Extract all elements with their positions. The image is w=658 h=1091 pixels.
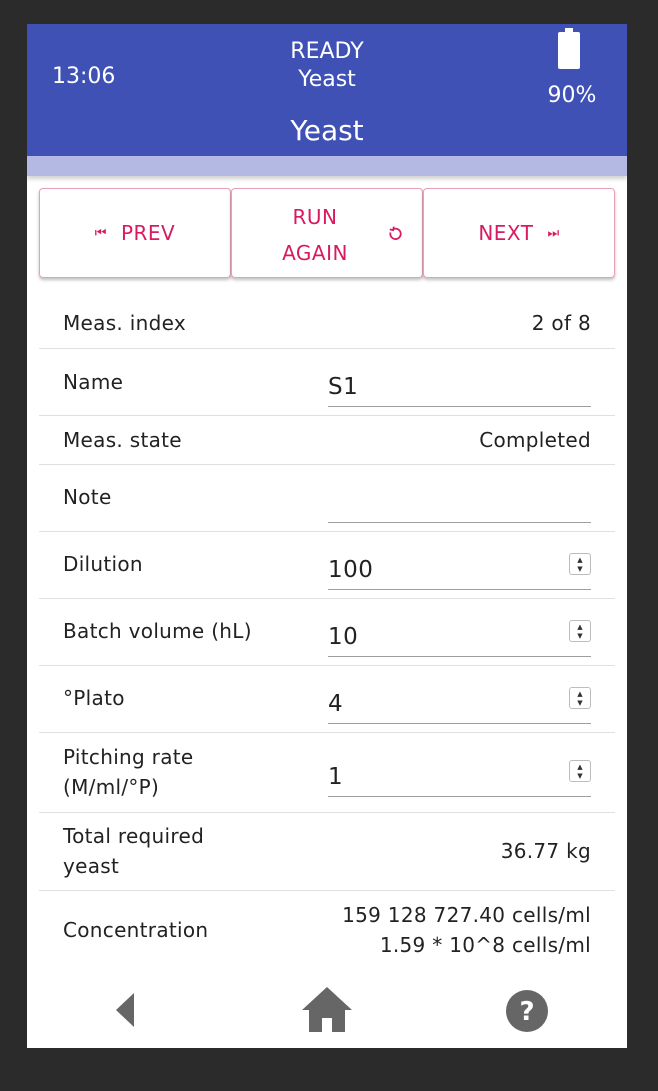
total-required-yeast-label-line1: Total required: [63, 824, 205, 848]
concentration-value: 159 128 727.40 cells/ml 1.59 * 10^8 cell…: [342, 900, 591, 960]
run-again-button[interactable]: RUN AGAIN: [231, 188, 423, 278]
back-button[interactable]: [87, 968, 167, 1048]
batch-volume-label: Batch volume (hL): [63, 619, 252, 643]
batch-volume-row: Batch volume (hL) 10 ▲ ▼: [39, 599, 615, 666]
concentration-label: Concentration: [63, 918, 209, 942]
bottom-navigation: ?: [27, 968, 627, 1048]
total-required-yeast-label-line2: yeast: [63, 854, 120, 878]
plato-stepper[interactable]: ▲ ▼: [569, 687, 591, 709]
dilution-value: 100: [328, 557, 374, 583]
total-required-yeast-label: Total required yeast: [63, 821, 204, 881]
skip-next-icon: ⏭: [547, 225, 560, 241]
total-required-yeast-value: 36.77 kg: [500, 839, 591, 863]
pitching-rate-label-line2: (M/ml/°P): [63, 775, 160, 799]
run-again-label-line2: AGAIN: [282, 241, 348, 265]
note-field[interactable]: [328, 475, 591, 523]
battery-icon: [558, 28, 580, 69]
pitching-rate-label-line1: Pitching rate: [63, 745, 194, 769]
replay-icon: [389, 226, 402, 240]
meas-state-value: Completed: [479, 428, 591, 452]
home-button[interactable]: [287, 968, 367, 1048]
prev-label: PREV: [120, 221, 176, 245]
pitching-rate-value: 1: [328, 764, 344, 790]
page-title: Yeast: [290, 114, 364, 147]
name-field[interactable]: S1: [328, 359, 591, 407]
pitching-rate-stepper[interactable]: ▲ ▼: [569, 760, 591, 782]
battery-level: 90%: [547, 83, 597, 108]
batch-volume-field[interactable]: 10 ▲ ▼: [328, 609, 591, 657]
help-icon: ?: [506, 990, 548, 1032]
note-row: Note: [39, 465, 615, 532]
prev-button[interactable]: ⏮ PREV: [39, 188, 231, 278]
meas-index-value: 2 of 8: [531, 311, 591, 335]
plato-value: 4: [328, 691, 344, 717]
dilution-field[interactable]: 100 ▲ ▼: [328, 542, 591, 590]
plato-row: °Plato 4 ▲ ▼: [39, 666, 615, 733]
dilution-row: Dilution 100 ▲ ▼: [39, 532, 615, 599]
total-required-yeast-row: Total required yeast 36.77 kg: [39, 813, 615, 891]
meas-index-label: Meas. index: [63, 311, 186, 335]
run-again-label-line1: RUN: [292, 205, 338, 229]
meas-state-label: Meas. state: [63, 428, 182, 452]
next-button[interactable]: NEXT ⏭: [423, 188, 615, 278]
next-label: NEXT: [478, 221, 534, 245]
concentration-value-line1: 159 128 727.40 cells/ml: [342, 903, 591, 927]
meas-index-row: Meas. index 2 of 8: [39, 290, 615, 349]
header-bar: 13:06 READY Yeast Yeast 90%: [27, 24, 627, 156]
help-button[interactable]: ?: [487, 968, 567, 1048]
pitching-rate-row: Pitching rate (M/ml/°P) 1 ▲ ▼: [39, 733, 615, 813]
skip-previous-icon: ⏮: [94, 225, 107, 241]
plato-label: °Plato: [63, 686, 125, 710]
action-buttons: ⏮ PREV RUN AGAIN NEXT ⏭: [39, 188, 615, 278]
status-state: READY: [290, 39, 364, 64]
plato-field[interactable]: 4 ▲ ▼: [328, 676, 591, 724]
name-row: Name S1: [39, 349, 615, 416]
concentration-value-line2: 1.59 * 10^8 cells/ml: [379, 933, 591, 957]
back-icon: [116, 993, 134, 1027]
header-divider: [27, 156, 627, 176]
name-value: S1: [328, 374, 359, 400]
pitching-rate-field[interactable]: 1 ▲ ▼: [328, 749, 591, 797]
batch-volume-value: 10: [328, 624, 359, 650]
meas-state-row: Meas. state Completed: [39, 416, 615, 465]
svg-text:?: ?: [519, 997, 534, 1027]
dilution-stepper[interactable]: ▲ ▼: [569, 553, 591, 575]
name-label: Name: [63, 370, 124, 394]
home-icon: [302, 987, 352, 1032]
batch-volume-stepper[interactable]: ▲ ▼: [569, 620, 591, 642]
note-label: Note: [63, 485, 112, 509]
run-again-label: RUN AGAIN: [280, 199, 350, 271]
pitching-rate-label: Pitching rate (M/ml/°P): [63, 742, 194, 802]
measurement-details: Meas. index 2 of 8 Name S1 Meas. state C…: [39, 290, 615, 969]
device-screen: 13:06 READY Yeast Yeast 90% ⏮ PREV RUN A…: [27, 24, 627, 1048]
dilution-label: Dilution: [63, 552, 143, 576]
concentration-row: Concentration 159 128 727.40 cells/ml 1.…: [39, 891, 615, 969]
